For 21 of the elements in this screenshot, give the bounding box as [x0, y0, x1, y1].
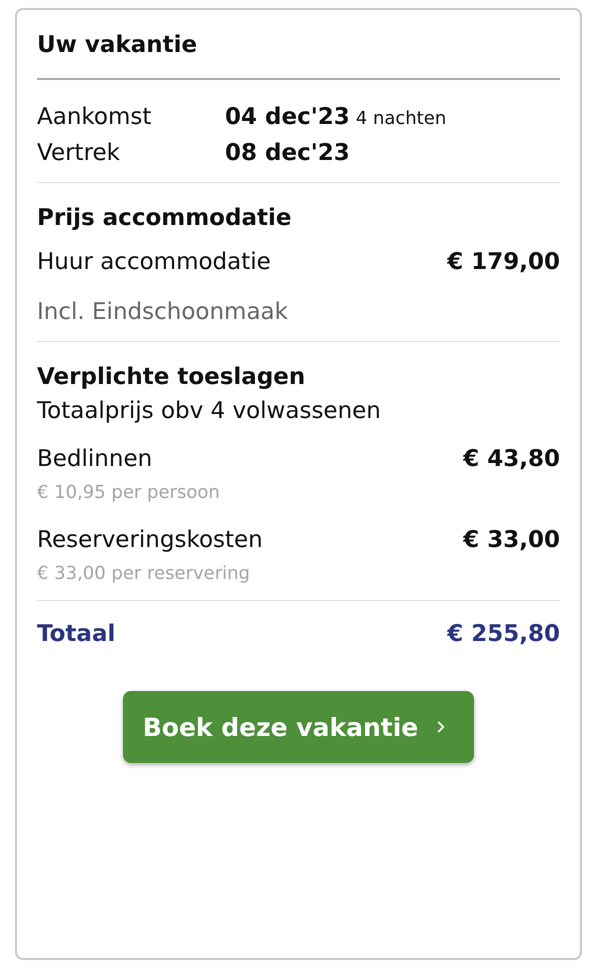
price-detail: € 33,00 per reservering — [37, 563, 250, 584]
section-subheading: Totaalprijs obv 4 volwassenen — [37, 398, 381, 424]
section-heading: Prijs accommodatie — [37, 205, 292, 231]
date-label: Aankomst — [37, 104, 152, 130]
card-title: Uw vakantie — [37, 32, 560, 80]
total-label: Totaal — [37, 621, 116, 647]
price-amount: € 43,80 — [463, 446, 560, 472]
price-label: Huur accommodatie — [37, 249, 271, 275]
date-label: Vertrek — [37, 140, 121, 166]
total-amount: € 255,80 — [447, 621, 560, 647]
book-button[interactable]: Boek deze vakantie — [122, 691, 474, 763]
price-detail: € 10,95 per persoon — [37, 482, 220, 503]
price-label: Reserveringskosten — [37, 527, 263, 553]
date-value: 08 dec'23 — [225, 140, 350, 166]
price-note: Incl. Eindschoonmaak — [37, 299, 288, 325]
price-amount: € 179,00 — [447, 249, 560, 275]
price-label: Bedlinnen — [37, 446, 152, 472]
section-heading: Verplichte toeslagen — [37, 364, 306, 390]
nights-note: 4 nachten — [356, 108, 446, 129]
price-amount: € 33,00 — [463, 527, 560, 553]
date-value: 04 dec'23 — [225, 104, 350, 130]
